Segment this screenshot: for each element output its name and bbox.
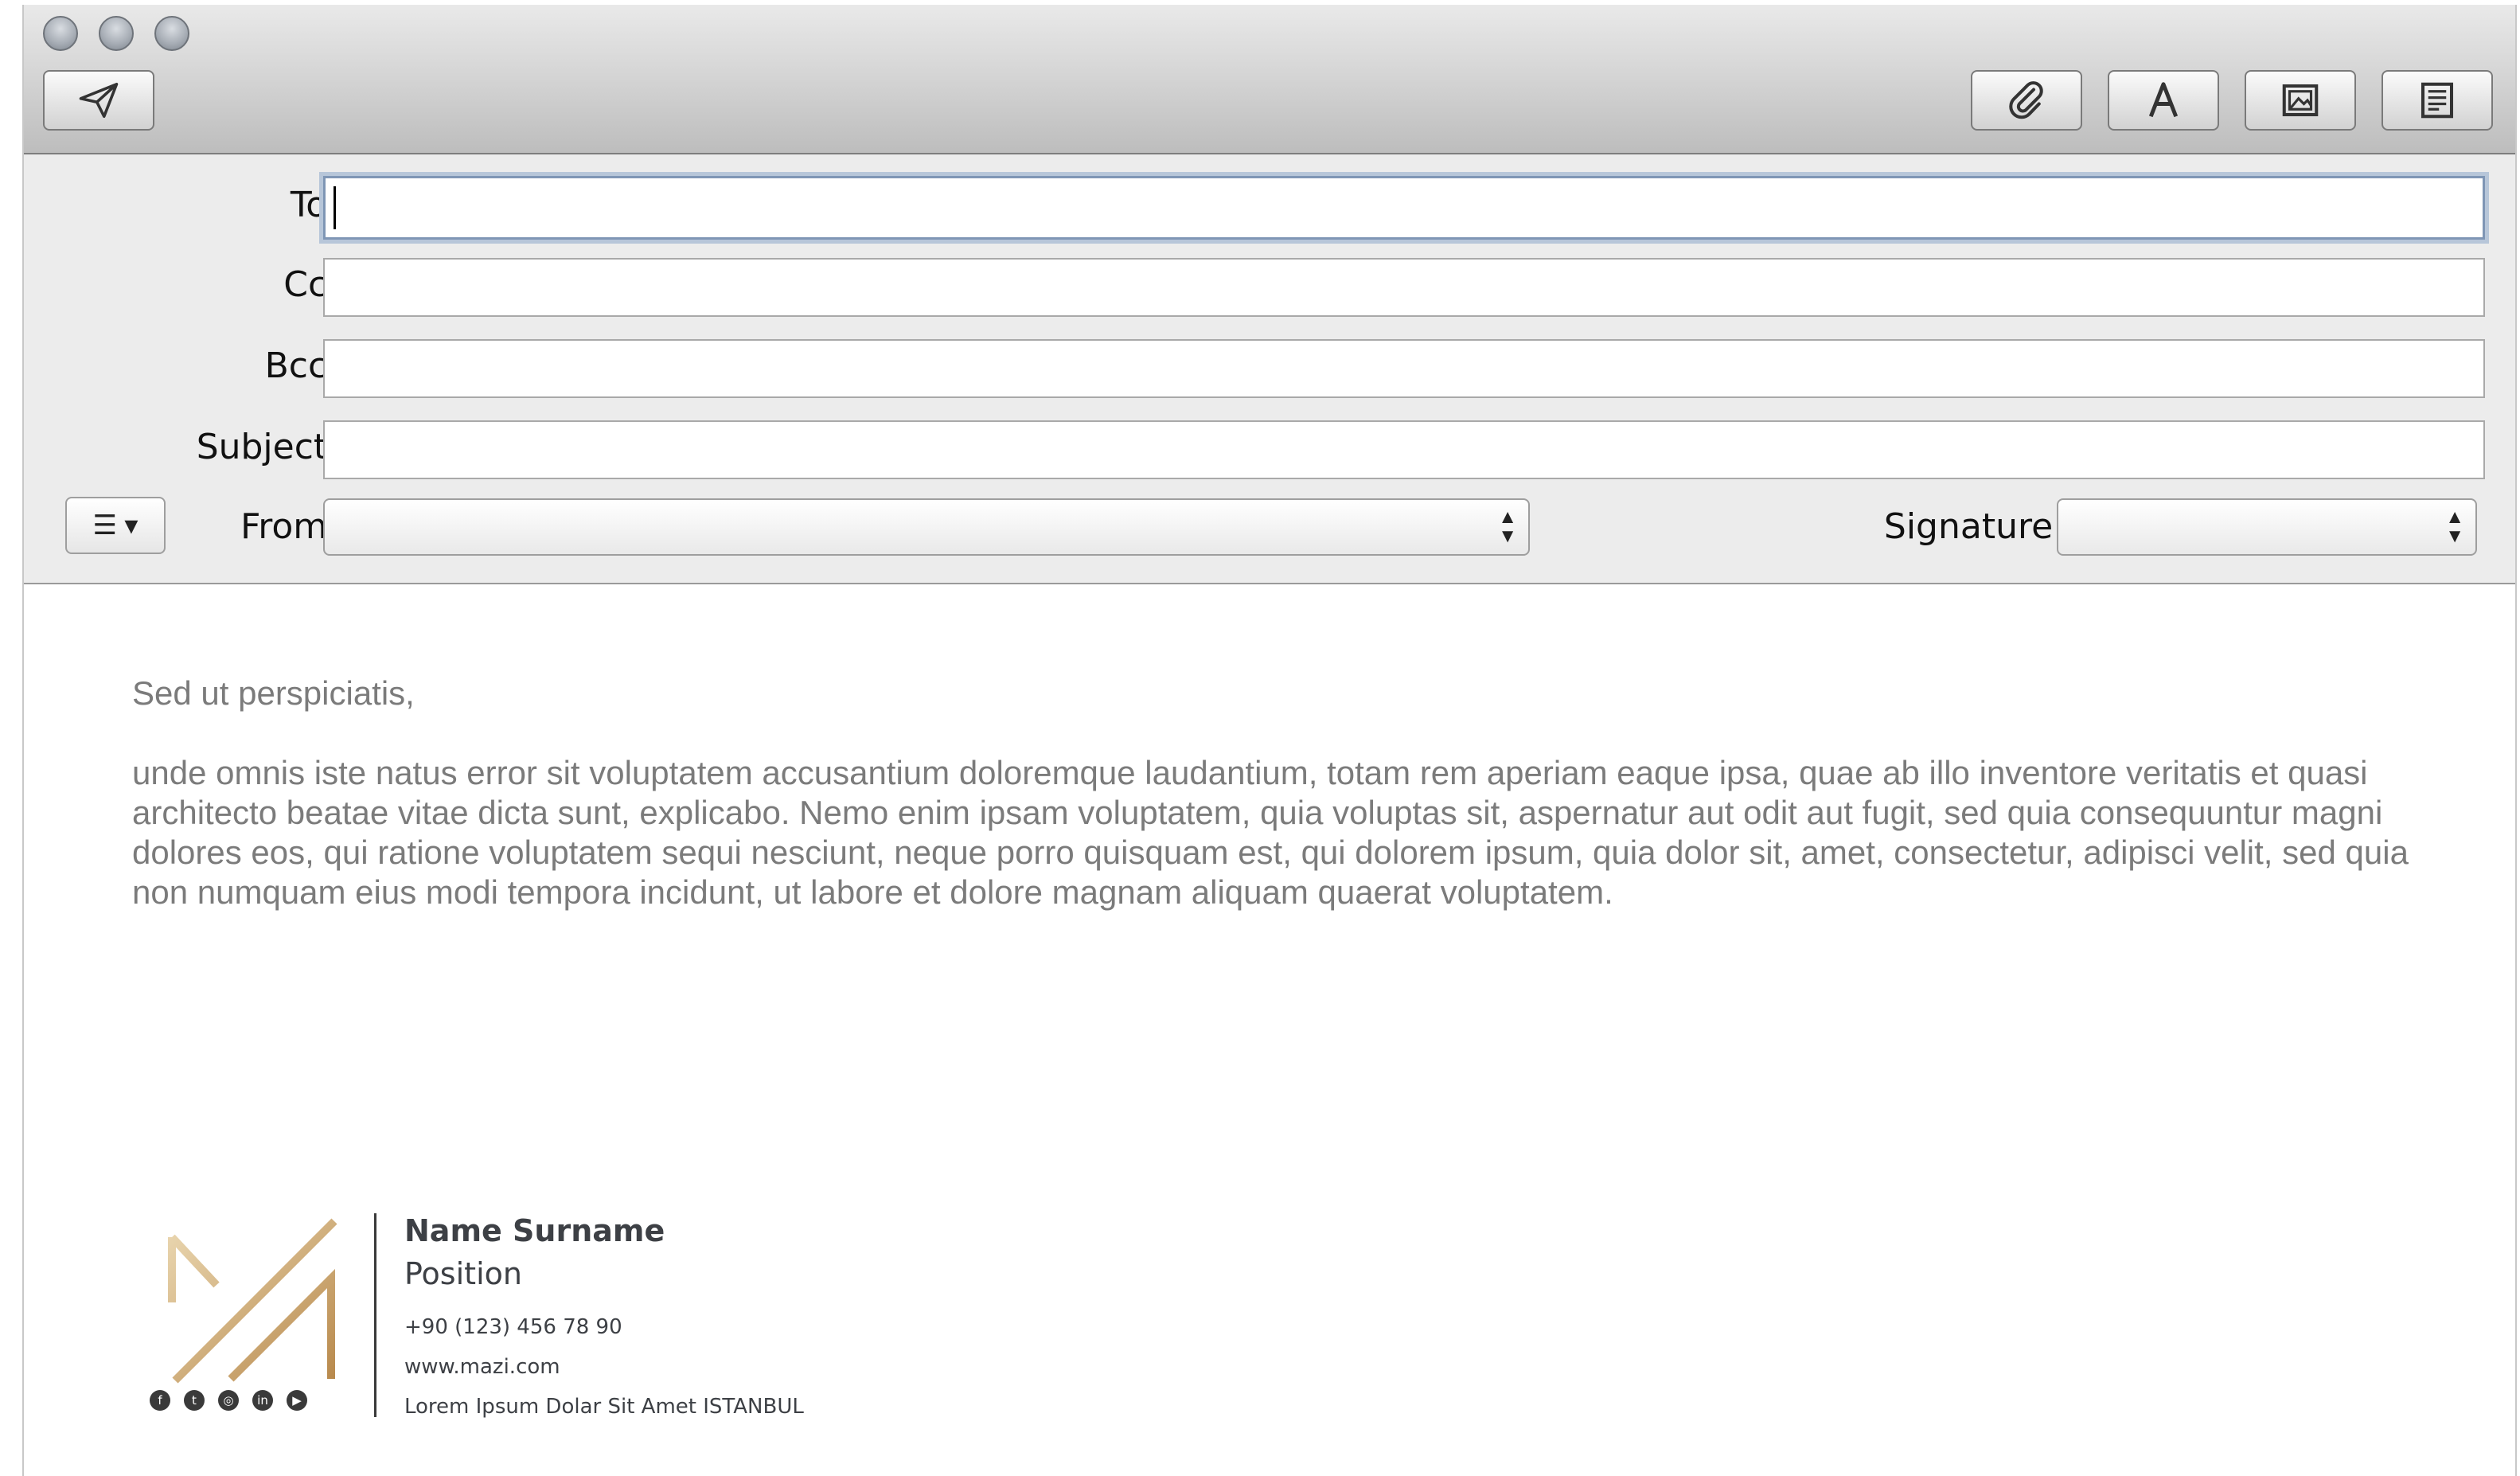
cc-input[interactable]	[325, 260, 2483, 315]
instagram-icon[interactable]: ◎	[218, 1390, 239, 1411]
company-logo	[168, 1218, 337, 1384]
signature-label: Signature:	[1883, 506, 2065, 547]
subject-label: Subject:	[196, 427, 339, 467]
mail-compose-window: To: Cc: Bcc: Subject: ☰ ▾ From: ▲ ▼ Signa…	[22, 5, 2517, 1476]
bcc-input[interactable]	[325, 341, 2483, 396]
youtube-icon[interactable]: ▶	[287, 1390, 307, 1411]
paper-plane-icon	[79, 82, 119, 119]
photo-icon	[2282, 84, 2319, 117]
updown-arrows-icon: ▲ ▼	[1498, 506, 1517, 547]
cc-label: Cc:	[283, 264, 339, 305]
to-input[interactable]	[326, 178, 2483, 237]
zoom-button[interactable]	[154, 16, 189, 51]
from-select[interactable]: ▲ ▼	[323, 498, 1530, 556]
cc-field[interactable]	[323, 258, 2485, 317]
header-fields: To: Cc: Bcc: Subject: ☰ ▾ From: ▲ ▼ Signa…	[24, 154, 2515, 584]
fonts-button[interactable]	[2108, 70, 2219, 131]
subject-field[interactable]	[323, 420, 2485, 479]
signature-divider	[374, 1213, 376, 1417]
subject-input[interactable]	[325, 422, 2483, 478]
twitter-icon[interactable]: t	[184, 1390, 205, 1411]
bcc-label: Bcc:	[264, 346, 339, 386]
stationery-button[interactable]	[2382, 70, 2493, 131]
close-button[interactable]	[43, 16, 78, 51]
signature-website[interactable]: www.mazi.com	[404, 1355, 560, 1379]
message-paragraph: unde omnis iste natus error sit voluptat…	[132, 754, 2409, 911]
photo-browser-button[interactable]	[2245, 70, 2356, 131]
signature-name: Name Surname	[404, 1213, 665, 1248]
updown-arrows-icon: ▲ ▼	[2445, 506, 2464, 547]
toolbar	[24, 5, 2515, 154]
message-greeting: Sed ut perspiciatis,	[132, 674, 415, 712]
linkedin-icon[interactable]: in	[252, 1390, 273, 1411]
paperclip-icon	[2009, 81, 2043, 119]
minimize-button[interactable]	[99, 16, 134, 51]
message-body[interactable]: Sed ut perspiciatis, unde omnis iste nat…	[132, 674, 2472, 952]
text-cursor	[334, 186, 336, 229]
to-label: To:	[290, 185, 339, 225]
to-field[interactable]	[323, 176, 2485, 240]
signature-position: Position	[404, 1256, 522, 1291]
attach-button[interactable]	[1971, 70, 2082, 131]
stationery-icon	[2421, 82, 2454, 119]
signature-phone: +90 (123) 456 78 90	[404, 1315, 622, 1339]
signature-address: Lorem Ipsum Dolar Sit Amet ISTANBUL	[404, 1395, 804, 1419]
from-label: From:	[240, 506, 339, 547]
send-button[interactable]	[43, 70, 154, 131]
facebook-icon[interactable]: f	[150, 1390, 170, 1411]
font-a-icon	[2148, 82, 2179, 118]
social-links: f t ◎ in ▶	[150, 1390, 307, 1411]
signature-select[interactable]: ▲ ▼	[2057, 498, 2477, 556]
bcc-field[interactable]	[323, 339, 2485, 398]
